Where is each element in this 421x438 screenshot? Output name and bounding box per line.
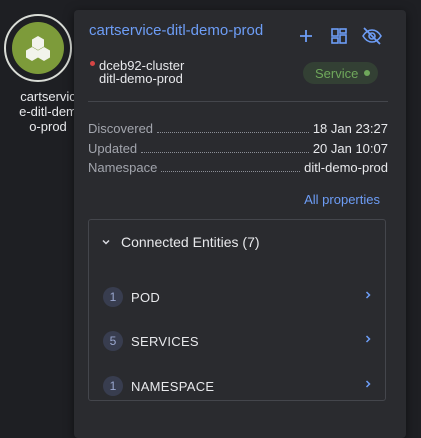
property-namespace: Namespace ditl-demo-prod [88, 159, 388, 175]
chevron-right-icon [365, 291, 371, 299]
add-icon[interactable] [296, 26, 316, 46]
entity-title[interactable]: cartservice-ditl-demo-prod [89, 22, 263, 39]
namespace-name: ditl-demo-prod [99, 71, 183, 86]
grid-view-icon[interactable] [329, 26, 349, 46]
type-badge-label: Service [315, 65, 359, 81]
entity-row-pod[interactable]: 1 POD [103, 286, 373, 308]
entity-row-namespace[interactable]: 1 NAMESPACE [103, 375, 373, 397]
entity-row-services[interactable]: 5 SERVICES [103, 330, 373, 352]
property-updated: Updated 20 Jan 10:07 [88, 140, 388, 156]
connected-entities-header: Connected Entities (7) [121, 234, 260, 250]
count-badge: 1 [103, 376, 123, 396]
property-key: Updated [88, 141, 138, 156]
status-dot-icon [364, 70, 371, 76]
property-value: 18 Jan 23:27 [312, 121, 388, 136]
all-properties-link[interactable]: All properties [304, 192, 380, 207]
entity-type-label: NAMESPACE [131, 378, 215, 394]
connected-entities-panel: Connected Entities (7) 1 POD 5 SERVICES … [88, 219, 386, 401]
chevron-right-icon [365, 335, 371, 343]
chevron-down-icon [102, 239, 110, 245]
leader-dots [141, 152, 309, 153]
node-circle [12, 22, 64, 74]
cluster-info: dceb92-cluster ditl-demo-prod [99, 59, 184, 85]
hexagon-cluster-icon [26, 36, 50, 61]
hide-icon[interactable] [361, 26, 382, 46]
property-discovered: Discovered 18 Jan 23:27 [88, 120, 388, 136]
entity-popover: cartservice-ditl-demo-prod dceb92-cluste… [74, 10, 406, 438]
leader-dots [161, 171, 301, 172]
node-selection-ring [4, 14, 72, 82]
leader-dots [157, 132, 309, 133]
property-key: Discovered [88, 121, 154, 136]
divider [88, 101, 388, 102]
property-value: ditl-demo-prod [304, 160, 388, 175]
count-badge: 5 [103, 331, 123, 351]
cluster-status-dot [90, 61, 95, 66]
count-badge: 1 [103, 287, 123, 307]
entity-type-label: POD [131, 289, 161, 305]
entity-type-label: SERVICES [131, 333, 199, 349]
property-value: 20 Jan 10:07 [312, 141, 388, 156]
connected-entities-toggle[interactable]: Connected Entities (7) [101, 234, 260, 250]
property-key: Namespace [88, 160, 158, 175]
type-badge: Service [303, 62, 379, 84]
chevron-right-icon [365, 380, 371, 388]
